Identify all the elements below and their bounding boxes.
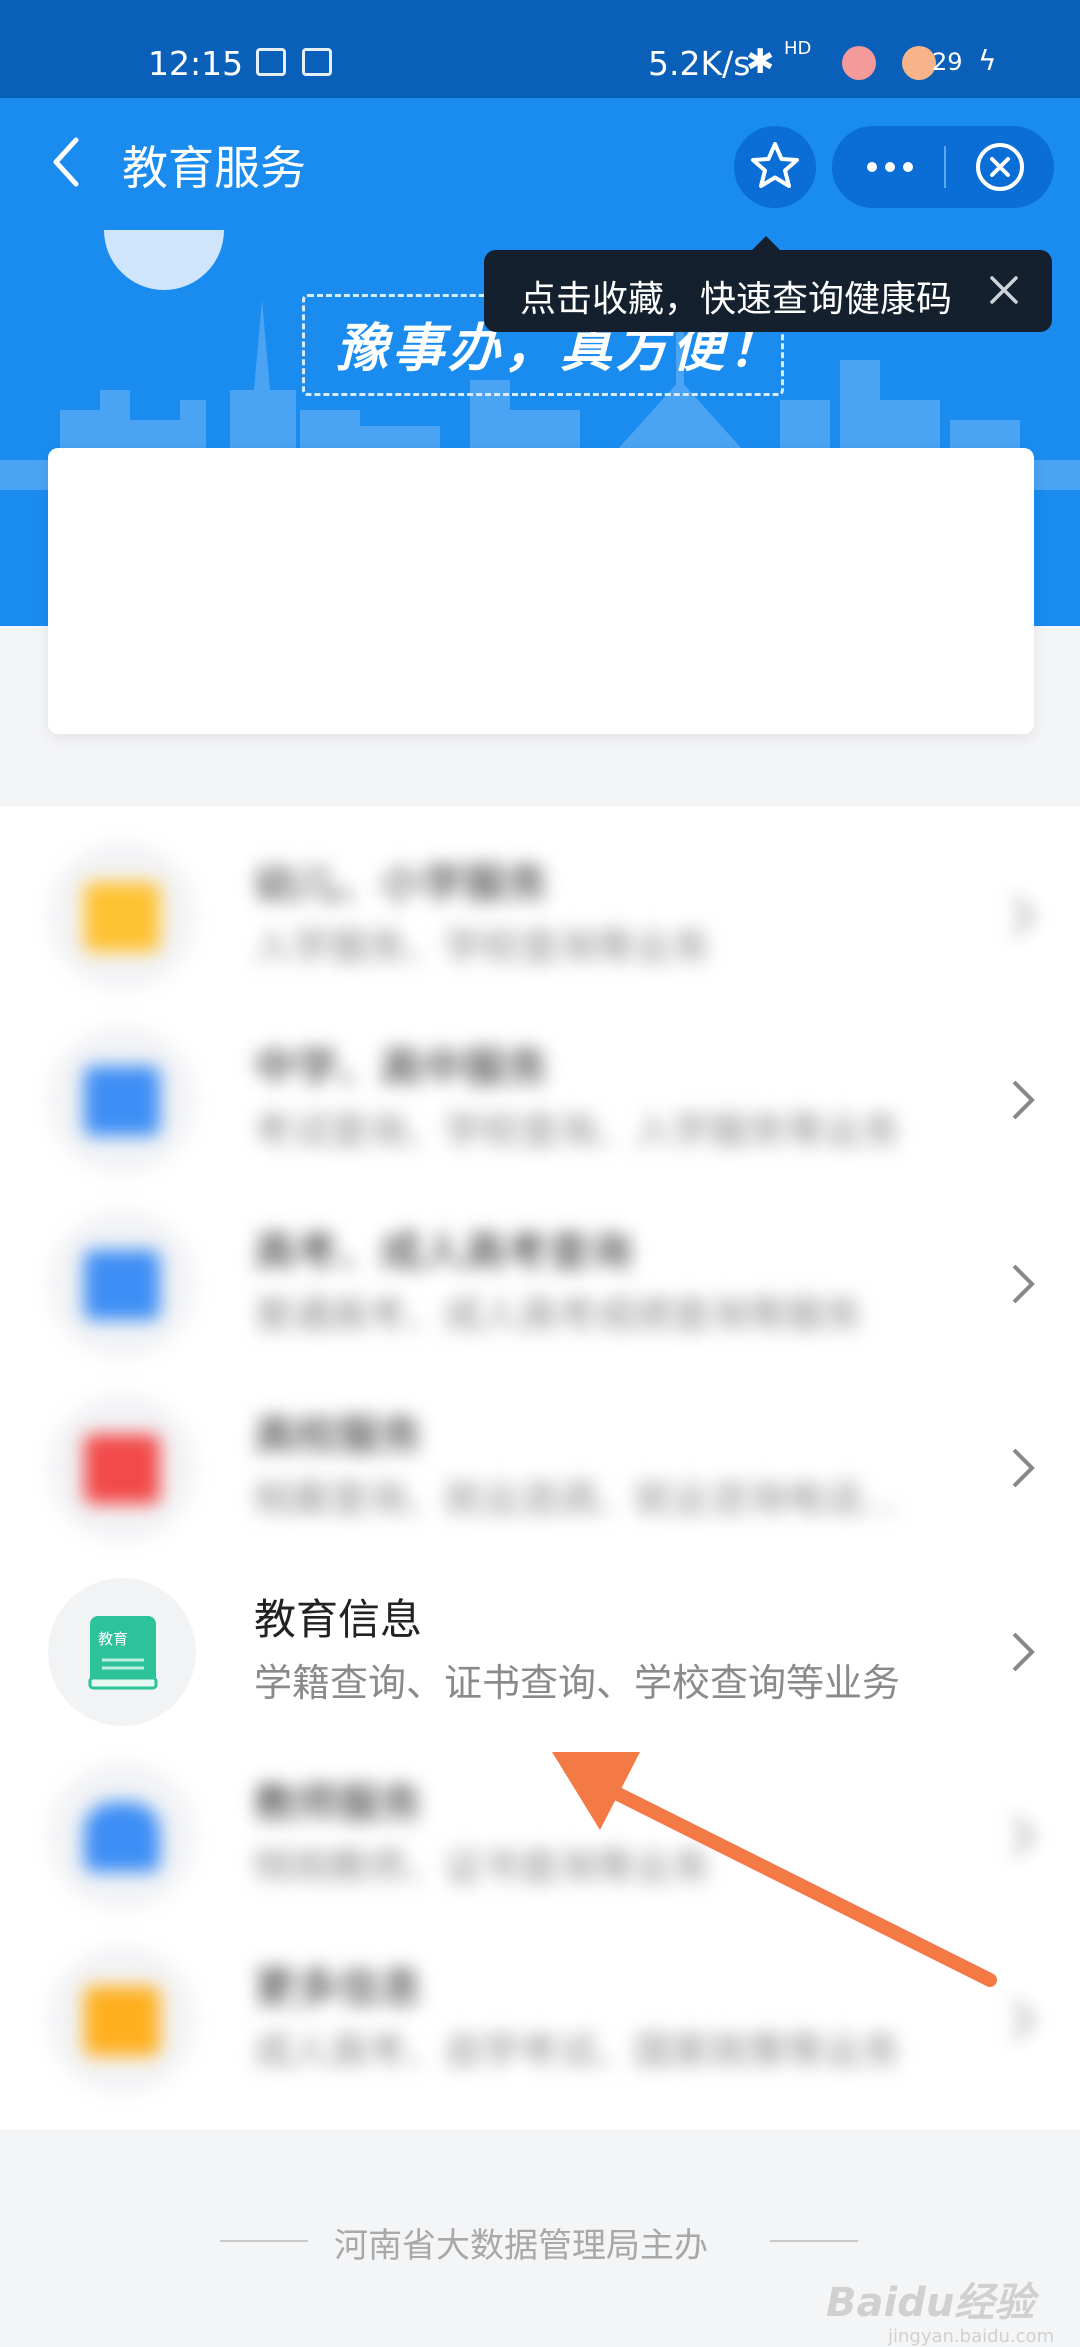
annotation-arrow-icon bbox=[552, 1752, 997, 1987]
